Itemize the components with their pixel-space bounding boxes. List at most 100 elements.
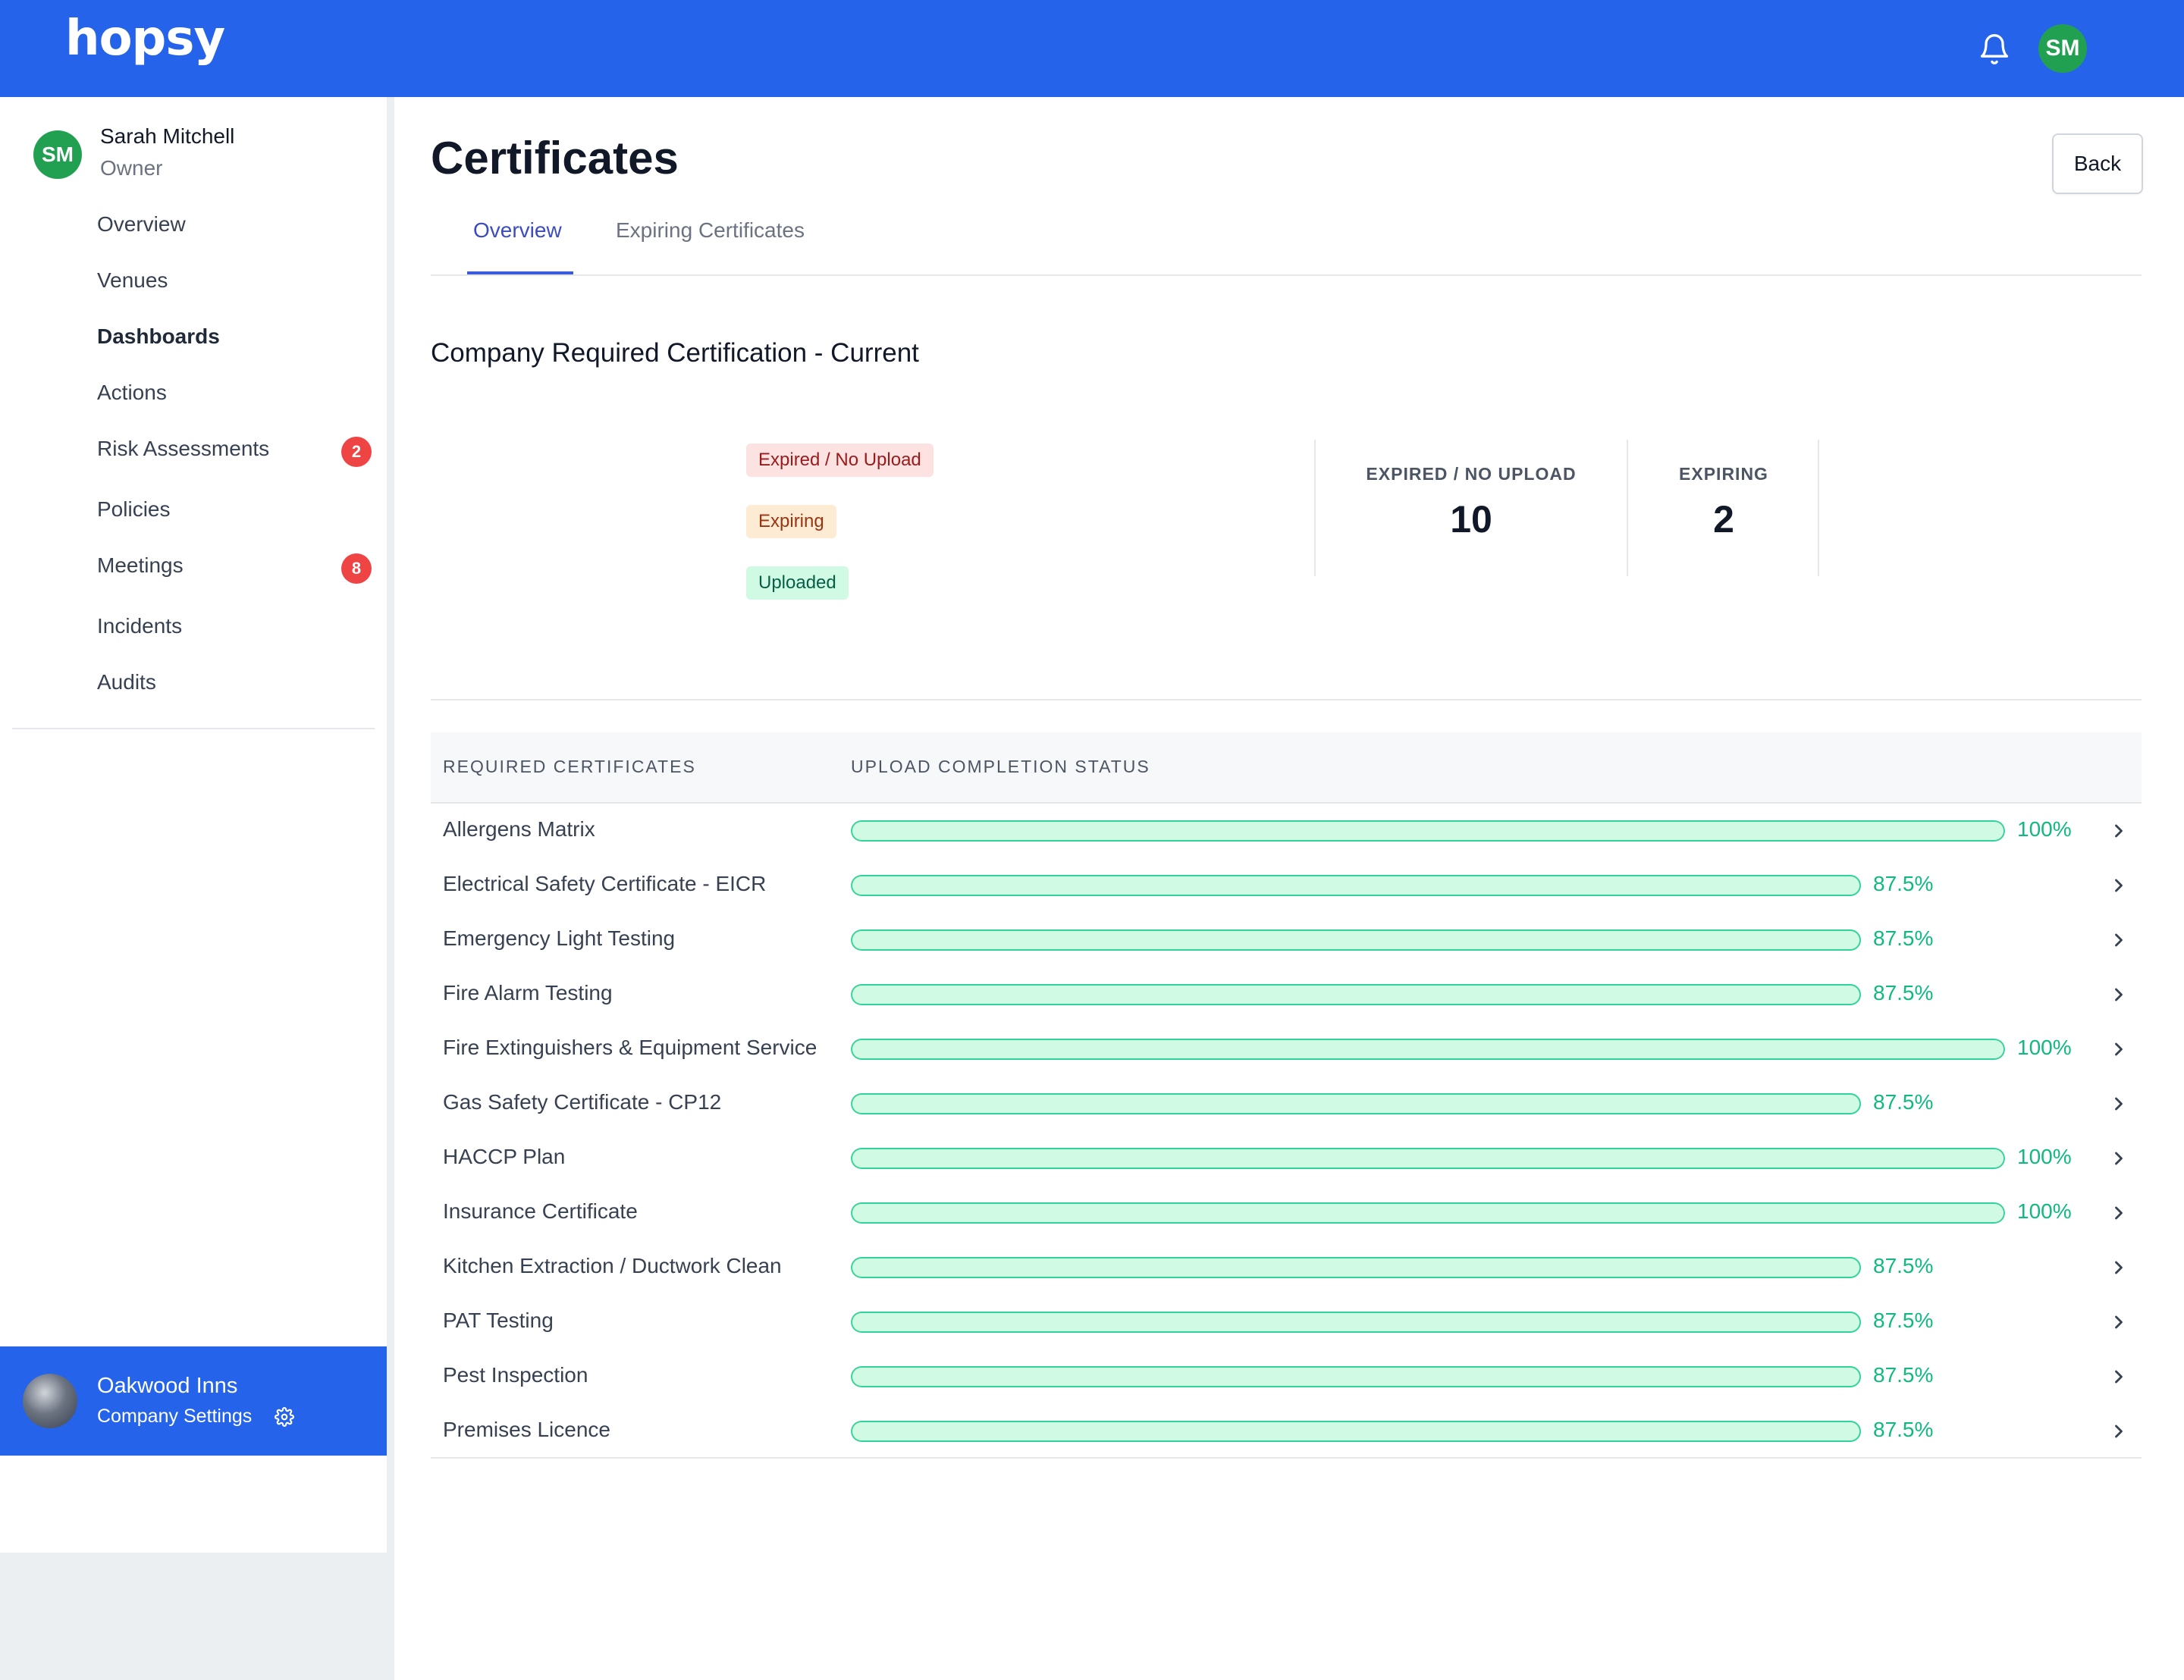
sidebar-item-overview[interactable]: Overview — [97, 209, 370, 240]
legend-uploaded: Uploaded — [746, 566, 849, 600]
user-name: Sarah Mitchell — [100, 124, 235, 148]
completion-progress-bar — [851, 1093, 2005, 1114]
sidebar-item-policies[interactable]: Policies — [97, 494, 370, 525]
top-bar: hopsy SM — [0, 0, 2184, 97]
table-row[interactable]: Gas Safety Certificate - CP12 87.5% — [431, 1077, 2142, 1131]
chevron-right-icon[interactable] — [2108, 1039, 2129, 1060]
completion-progress-bar — [851, 820, 2005, 842]
completion-percent: 87.5% — [1873, 1309, 1934, 1332]
sidebar-item-incidents[interactable]: Incidents — [97, 611, 370, 641]
section-title: Company Required Certification - Current — [431, 338, 919, 368]
chevron-right-icon[interactable] — [2108, 984, 2129, 1005]
table-row[interactable]: Pest Inspection 87.5% — [431, 1349, 2142, 1404]
certificate-name: Allergens Matrix — [443, 817, 595, 841]
sidebar-separator — [12, 728, 375, 729]
completion-percent: 100% — [2017, 1036, 2072, 1059]
sidebar-item-dashboards[interactable]: Dashboards — [97, 321, 370, 352]
completion-percent: 100% — [2017, 1145, 2072, 1168]
meetings-count-badge: 8 — [341, 553, 372, 584]
company-name: Oakwood Inns — [97, 1374, 238, 1398]
stat-separator — [1314, 440, 1316, 576]
table-row[interactable]: Premises Licence 87.5% — [431, 1404, 2142, 1459]
chevron-right-icon[interactable] — [2108, 1312, 2129, 1333]
table-row[interactable]: Allergens Matrix 100% — [431, 804, 2142, 858]
page-title: Certificates — [431, 133, 679, 183]
completion-progress-bar — [851, 1421, 2005, 1442]
sidebar-footer-space — [0, 1553, 387, 1680]
back-button[interactable]: Back — [2052, 133, 2143, 194]
company-settings-link[interactable]: Company Settings — [97, 1406, 252, 1428]
avatar: SM — [33, 130, 82, 179]
tab-overview[interactable]: Overview — [473, 218, 562, 243]
sidebar — [0, 97, 387, 1553]
completion-progress-bar — [851, 929, 2005, 951]
sidebar-divider — [387, 97, 394, 1680]
chevron-right-icon[interactable] — [2108, 929, 2129, 951]
completion-progress-bar — [851, 1202, 2005, 1224]
certificate-name: Electrical Safety Certificate - EICR — [443, 872, 767, 895]
completion-progress-bar — [851, 1366, 2005, 1387]
chevron-right-icon[interactable] — [2108, 820, 2129, 842]
completion-progress-fill — [851, 929, 1861, 951]
sidebar-item-actions[interactable]: Actions — [97, 378, 370, 408]
column-header-required-certificates: REQUIRED CERTIFICATES — [443, 757, 696, 776]
completion-progress-bar — [851, 984, 2005, 1005]
sidebar-item-meetings[interactable]: Meetings — [97, 550, 370, 581]
completion-progress-fill — [851, 1421, 1861, 1442]
sidebar-item-risk-assessments[interactable]: Risk Assessments — [97, 434, 370, 464]
user-avatar-button[interactable]: SM — [2038, 24, 2087, 73]
completion-percent: 87.5% — [1873, 926, 1934, 950]
certificate-name: Gas Safety Certificate - CP12 — [443, 1090, 722, 1114]
completion-progress-fill — [851, 1039, 2005, 1060]
chevron-right-icon[interactable] — [2108, 875, 2129, 896]
chevron-right-icon[interactable] — [2108, 1366, 2129, 1387]
table-row[interactable]: Fire Alarm Testing 87.5% — [431, 967, 2142, 1022]
completion-progress-bar — [851, 1312, 2005, 1333]
hopsy-logo[interactable]: hopsy — [65, 11, 225, 67]
certificate-name: Kitchen Extraction / Ductwork Clean — [443, 1254, 782, 1277]
table-row[interactable]: Fire Extinguishers & Equipment Service 10… — [431, 1022, 2142, 1077]
company-switcher[interactable]: Oakwood Inns Company Settings — [0, 1346, 387, 1456]
completion-progress-bar — [851, 1039, 2005, 1060]
section-divider — [431, 699, 2142, 701]
completion-progress-fill — [851, 984, 1861, 1005]
completion-progress-bar — [851, 875, 2005, 896]
bell-icon[interactable] — [1978, 32, 2011, 67]
sidebar-item-audits[interactable]: Audits — [97, 667, 370, 697]
completion-percent: 87.5% — [1873, 1090, 1934, 1114]
completion-percent: 100% — [2017, 817, 2072, 841]
table-row[interactable]: Electrical Safety Certificate - EICR 87.5… — [431, 858, 2142, 913]
chevron-right-icon[interactable] — [2108, 1093, 2129, 1114]
completion-progress-fill — [851, 1366, 1861, 1387]
tab-expiring-certificates[interactable]: Expiring Certificates — [616, 218, 805, 243]
completion-percent: 87.5% — [1873, 1254, 1934, 1277]
risk-assessments-count-badge: 2 — [341, 437, 372, 467]
chevron-right-icon[interactable] — [2108, 1257, 2129, 1278]
table-row[interactable]: HACCP Plan 100% — [431, 1131, 2142, 1186]
legend-expiring: Expiring — [746, 505, 836, 538]
completion-progress-fill — [851, 820, 2005, 842]
company-logo — [23, 1374, 77, 1428]
legend-expired-no-upload: Expired / No Upload — [746, 444, 934, 477]
table-row[interactable]: Emergency Light Testing 87.5% — [431, 913, 2142, 967]
chevron-right-icon[interactable] — [2108, 1421, 2129, 1442]
certificate-name: Fire Extinguishers & Equipment Service — [443, 1036, 817, 1059]
table-row[interactable]: Kitchen Extraction / Ductwork Clean 87.5% — [431, 1240, 2142, 1295]
gear-icon[interactable] — [275, 1407, 294, 1427]
certificate-name: Fire Alarm Testing — [443, 981, 613, 1005]
completion-progress-fill — [851, 1257, 1861, 1278]
chevron-right-icon[interactable] — [2108, 1202, 2129, 1224]
stat-expiring-label: EXPIRING — [1679, 464, 1768, 484]
table-row[interactable]: PAT Testing 87.5% — [431, 1295, 2142, 1349]
completion-progress-fill — [851, 1148, 2005, 1169]
stat-expired-value: 10 — [1450, 498, 1492, 541]
sidebar-item-venues[interactable]: Venues — [97, 265, 370, 296]
certificate-name: Premises Licence — [443, 1418, 610, 1441]
table-row[interactable]: Insurance Certificate 100% — [431, 1186, 2142, 1240]
certificate-name: Emergency Light Testing — [443, 926, 676, 950]
stat-expired-label: EXPIRED / NO UPLOAD — [1366, 464, 1577, 484]
completion-percent: 87.5% — [1873, 1418, 1934, 1441]
chevron-right-icon[interactable] — [2108, 1148, 2129, 1169]
completion-progress-fill — [851, 1093, 1861, 1114]
completion-percent: 100% — [2017, 1199, 2072, 1223]
